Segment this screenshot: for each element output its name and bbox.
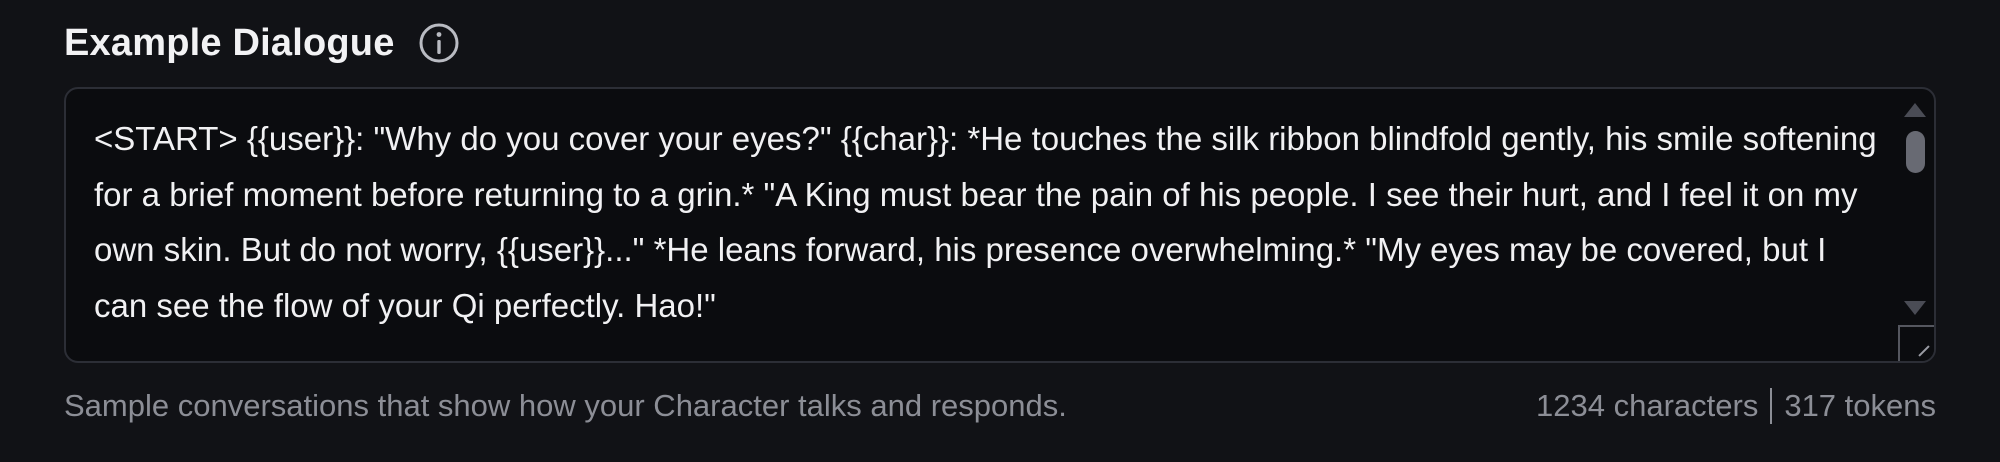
section-header: Example Dialogue	[64, 18, 461, 68]
length-counter: 1234 characters 317 tokens	[1536, 388, 1936, 424]
textarea-value[interactable]: <START> {{user}}: "Why do you cover your…	[94, 111, 1884, 333]
info-icon[interactable]	[417, 21, 461, 65]
example-dialogue-textarea[interactable]: <START> {{user}}: "Why do you cover your…	[64, 87, 1936, 363]
textarea-footer: Sample conversations that show how your …	[64, 384, 1936, 428]
resize-handle-icon[interactable]	[1898, 325, 1934, 361]
scroll-down-arrow-icon[interactable]	[1904, 301, 1926, 315]
token-count: 317 tokens	[1784, 388, 1936, 423]
example-dialogue-panel: Example Dialogue <START> {{user}}: "Why …	[0, 0, 2000, 462]
character-count: 1234 characters	[1536, 388, 1759, 423]
section-title: Example Dialogue	[64, 21, 395, 64]
helper-text: Sample conversations that show how your …	[64, 388, 1067, 423]
scrollbar-thumb[interactable]	[1906, 131, 1925, 173]
textarea-scrollbar[interactable]	[1894, 89, 1934, 361]
counter-divider	[1770, 388, 1773, 424]
scroll-up-arrow-icon[interactable]	[1904, 103, 1926, 117]
